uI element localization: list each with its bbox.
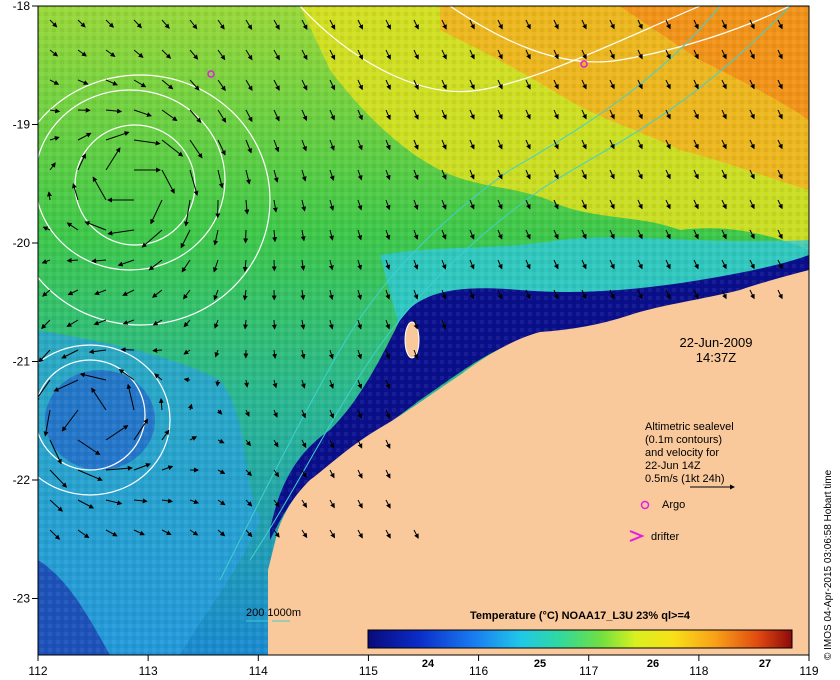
map-date: 22-Jun-2009 (680, 335, 753, 350)
lon-tick-label: 116 (469, 664, 488, 678)
lat-tick-label: -19 (13, 118, 31, 132)
lon-tick-label: 119 (799, 664, 818, 678)
legend-line-4: 22-Jun 14Z (645, 460, 701, 472)
depth-legend-label: 200 1000m (246, 607, 301, 619)
lon-tick-label: 112 (28, 664, 47, 678)
sst-map-figure: 112 113 114 115 116 117 118 119 -18 -19 -20 -21 -22… (13, 0, 834, 678)
lat-tick-label: -21 (13, 355, 31, 369)
velocity-arrow (215, 379, 221, 387)
colorbar-tick-26: 26 (647, 658, 659, 670)
colorbar-tick-24: 24 (422, 658, 435, 670)
velocity-arrow (152, 347, 163, 353)
colorbar-tick-27: 27 (759, 658, 771, 670)
lat-tick-label: -18 (13, 0, 31, 13)
lon-tick-label: 113 (139, 664, 158, 678)
lon-tick-label: 117 (579, 664, 598, 678)
lat-tick-label: -23 (13, 592, 31, 606)
latitude-axis: -18 -19 -20 -21 -22 -23 (13, 0, 38, 606)
velocity-arrow (271, 319, 277, 330)
lon-tick-label: 115 (359, 664, 378, 678)
lat-tick-label: -20 (13, 236, 31, 250)
colorbar-tick-25: 25 (534, 658, 546, 670)
legend-line-3: and velocity for (645, 447, 719, 459)
sst-field (38, 6, 809, 655)
legend-line-1: Altimetric sealevel (645, 421, 734, 433)
imos-credit: © IMOS 04-Apr-2015 03:06:58 Hobart time (823, 469, 834, 660)
map-time: 14:37Z (696, 350, 737, 365)
velocity-arrow (66, 257, 79, 263)
velocity-arrow (120, 347, 135, 353)
lon-tick-label: 118 (689, 664, 708, 678)
lat-tick-label: -22 (13, 473, 31, 487)
colorbar-gradient (367, 629, 793, 649)
lon-tick-label: 114 (249, 664, 268, 678)
argo-legend-label: Argo (662, 499, 685, 511)
velocity-arrow (243, 229, 249, 244)
drifter-legend-label: drifter (651, 531, 679, 543)
legend-line-2: (0.1m contours) (645, 434, 722, 446)
colorbar-title: Temperature (°C) NOAA17_L3U 23% ql>=4 (470, 610, 691, 622)
legend-line-5: 0.5m/s (1kt 24h) (645, 473, 724, 485)
depth-legend: 200 1000m (246, 607, 301, 622)
